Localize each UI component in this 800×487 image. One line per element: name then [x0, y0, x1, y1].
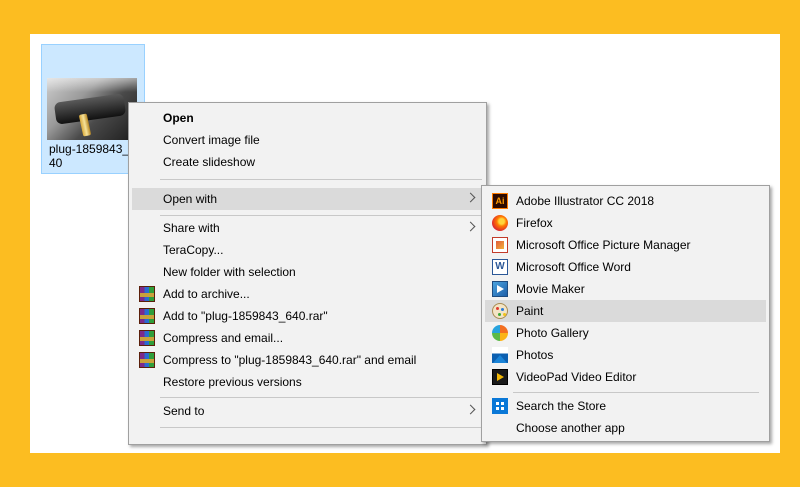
chevron-right-icon [465, 221, 476, 232]
photos-icon [492, 347, 508, 363]
open-with-submenu: Ai Adobe Illustrator CC 2018 Firefox Mic… [481, 185, 770, 442]
app-item-word[interactable]: W Microsoft Office Word [485, 256, 766, 278]
winrar-icon [139, 286, 155, 302]
winrar-icon [139, 330, 155, 346]
app-item-picture-manager[interactable]: Microsoft Office Picture Manager [485, 234, 766, 256]
app-item-videopad[interactable]: VideoPad Video Editor [485, 366, 766, 388]
menu-item-add-to-archive[interactable]: Add to archive... [132, 283, 483, 305]
movie-maker-icon [492, 281, 508, 297]
image-thumbnail [47, 78, 137, 140]
menu-item-open[interactable]: Open [132, 107, 483, 129]
picture-manager-icon [492, 237, 508, 253]
menu-item-teracopy[interactable]: TeraCopy... [132, 239, 483, 261]
app-item-movie-maker[interactable]: Movie Maker [485, 278, 766, 300]
photo-gallery-icon [492, 325, 508, 341]
app-item-photos[interactable]: Photos [485, 344, 766, 366]
store-icon [492, 398, 508, 414]
choose-another-app-item[interactable]: Choose another app [485, 417, 766, 439]
menu-item-compress-to-rar-and-email[interactable]: Compress to "plug-1859843_640.rar" and e… [132, 349, 483, 371]
app-item-photo-gallery[interactable]: Photo Gallery [485, 322, 766, 344]
firefox-icon [492, 215, 508, 231]
context-menu: Open Convert image file Create slideshow… [128, 102, 487, 445]
videopad-icon [492, 369, 508, 385]
menu-separator [160, 427, 482, 428]
app-item-adobe-illustrator[interactable]: Ai Adobe Illustrator CC 2018 [485, 190, 766, 212]
menu-item-open-with[interactable]: Open with [132, 188, 483, 210]
chevron-right-icon [465, 192, 476, 203]
menu-item-add-to-rar[interactable]: Add to "plug-1859843_640.rar" [132, 305, 483, 327]
menu-item-create-slideshow[interactable]: Create slideshow [132, 151, 483, 173]
app-item-firefox[interactable]: Firefox [485, 212, 766, 234]
menu-separator [160, 397, 482, 398]
menu-separator [160, 179, 482, 180]
winrar-icon [139, 352, 155, 368]
app-item-paint[interactable]: Paint [485, 300, 766, 322]
adobe-illustrator-icon: Ai [492, 193, 508, 209]
word-icon: W [492, 259, 508, 275]
paint-icon [492, 303, 508, 319]
menu-item-convert-image[interactable]: Convert image file [132, 129, 483, 151]
menu-separator [160, 215, 482, 216]
menu-item-send-to[interactable]: Send to [132, 400, 483, 422]
winrar-icon [139, 308, 155, 324]
chevron-right-icon [465, 404, 476, 415]
menu-item-compress-and-email[interactable]: Compress and email... [132, 327, 483, 349]
search-the-store-item[interactable]: Search the Store [485, 395, 766, 417]
menu-separator [513, 392, 759, 393]
menu-item-new-folder-with-selection[interactable]: New folder with selection [132, 261, 483, 283]
menu-item-share-with[interactable]: Share with [132, 217, 483, 239]
plug-graphic [53, 93, 127, 125]
menu-item-restore-previous-versions[interactable]: Restore previous versions [132, 371, 483, 393]
